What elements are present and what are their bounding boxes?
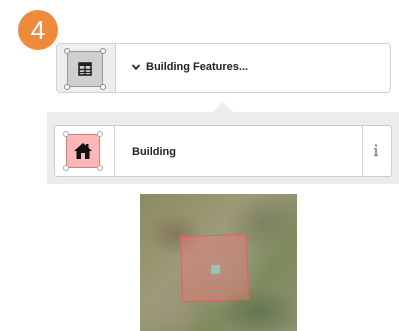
- info-icon: [374, 144, 378, 156]
- area-preset-frame: [64, 48, 106, 90]
- area-grid-icon: [78, 62, 92, 76]
- vertex-handle: [100, 48, 106, 54]
- preset-item-label: Building: [132, 146, 176, 158]
- preset-list-panel: Building: [47, 112, 399, 184]
- house-icon: [74, 143, 92, 159]
- preset-category-header[interactable]: Building Features...: [56, 43, 391, 93]
- vertex-handle: [97, 165, 103, 171]
- popover-pointer: [213, 102, 233, 112]
- vertex-handle: [64, 48, 70, 54]
- map-view[interactable]: [140, 194, 297, 331]
- preset-info-button[interactable]: [362, 126, 391, 176]
- preset-icon-cell: [55, 126, 115, 176]
- vertex-handle: [63, 131, 69, 137]
- area-centroid-marker: [210, 264, 221, 275]
- building-area-feature[interactable]: [179, 233, 250, 303]
- step-number-badge: 4: [18, 10, 58, 50]
- vertex-handle: [63, 165, 69, 171]
- preset-item-building[interactable]: Building: [54, 125, 392, 177]
- preset-category-title: Building Features...: [146, 61, 249, 73]
- vertex-handle: [64, 84, 70, 90]
- chevron-down-icon: [131, 64, 141, 71]
- vertex-handle: [100, 84, 106, 90]
- preset-icon-cell: [57, 44, 116, 92]
- vertex-handle: [97, 131, 103, 137]
- building-preset-frame: [63, 131, 103, 171]
